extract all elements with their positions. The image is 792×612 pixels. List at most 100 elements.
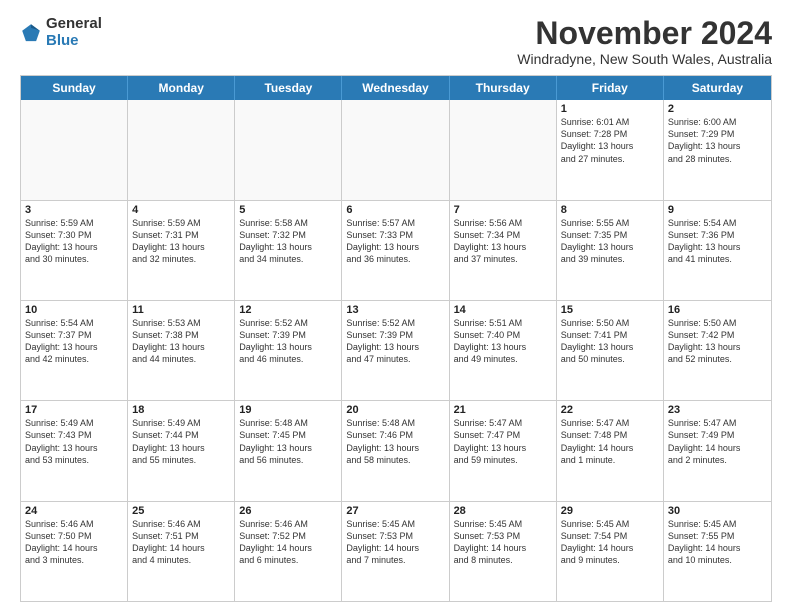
cell-line: and 7 minutes. [346,554,444,566]
cal-cell: 2Sunrise: 6:00 AMSunset: 7:29 PMDaylight… [664,100,771,199]
cell-line: Sunrise: 6:01 AM [561,116,659,128]
week-row-1: 3Sunrise: 5:59 AMSunset: 7:30 PMDaylight… [21,200,771,300]
cell-line: Sunrise: 5:47 AM [561,417,659,429]
cal-cell: 22Sunrise: 5:47 AMSunset: 7:48 PMDayligh… [557,401,664,500]
cell-line: Daylight: 13 hours [346,442,444,454]
calendar-header: SundayMondayTuesdayWednesdayThursdayFrid… [21,76,771,100]
cell-line: Sunset: 7:48 PM [561,429,659,441]
cell-line: Sunset: 7:38 PM [132,329,230,341]
cell-line: Sunrise: 5:45 AM [561,518,659,530]
cell-line: Sunset: 7:39 PM [239,329,337,341]
cell-line: Sunset: 7:36 PM [668,229,767,241]
cell-line: Sunrise: 5:47 AM [668,417,767,429]
cell-line: Sunset: 7:42 PM [668,329,767,341]
day-number: 8 [561,204,659,216]
cal-cell: 23Sunrise: 5:47 AMSunset: 7:49 PMDayligh… [664,401,771,500]
day-number: 15 [561,304,659,316]
cell-line: Sunrise: 5:56 AM [454,217,552,229]
cell-line: Sunset: 7:49 PM [668,429,767,441]
cal-cell: 17Sunrise: 5:49 AMSunset: 7:43 PMDayligh… [21,401,128,500]
cell-line: Sunset: 7:45 PM [239,429,337,441]
cell-line: Sunrise: 5:46 AM [239,518,337,530]
cal-cell: 8Sunrise: 5:55 AMSunset: 7:35 PMDaylight… [557,201,664,300]
cell-line: Daylight: 13 hours [561,140,659,152]
cell-line: Sunrise: 5:45 AM [668,518,767,530]
week-row-4: 24Sunrise: 5:46 AMSunset: 7:50 PMDayligh… [21,501,771,601]
cell-line: and 32 minutes. [132,253,230,265]
cell-line: Sunset: 7:33 PM [346,229,444,241]
cal-cell: 24Sunrise: 5:46 AMSunset: 7:50 PMDayligh… [21,502,128,601]
cell-line: Daylight: 13 hours [132,341,230,353]
cal-cell [128,100,235,199]
cell-line: Sunset: 7:35 PM [561,229,659,241]
cal-cell: 1Sunrise: 6:01 AMSunset: 7:28 PMDaylight… [557,100,664,199]
cell-line: and 55 minutes. [132,454,230,466]
cell-line: Sunrise: 5:57 AM [346,217,444,229]
cal-cell: 21Sunrise: 5:47 AMSunset: 7:47 PMDayligh… [450,401,557,500]
logo-blue: Blue [46,33,102,50]
cell-line: Sunset: 7:28 PM [561,128,659,140]
cell-line: Daylight: 13 hours [132,241,230,253]
cell-line: and 36 minutes. [346,253,444,265]
cell-line: Sunset: 7:40 PM [454,329,552,341]
cell-line: Daylight: 13 hours [668,341,767,353]
week-row-2: 10Sunrise: 5:54 AMSunset: 7:37 PMDayligh… [21,300,771,400]
title-block: November 2024 Windradyne, New South Wale… [517,16,772,67]
cell-line: Sunrise: 5:59 AM [25,217,123,229]
cell-line: Daylight: 13 hours [239,241,337,253]
cell-line: Sunset: 7:50 PM [25,530,123,542]
cell-line: Sunrise: 5:50 AM [668,317,767,329]
cal-cell: 6Sunrise: 5:57 AMSunset: 7:33 PMDaylight… [342,201,449,300]
cal-cell: 11Sunrise: 5:53 AMSunset: 7:38 PMDayligh… [128,301,235,400]
cell-line: and 44 minutes. [132,353,230,365]
cal-cell: 12Sunrise: 5:52 AMSunset: 7:39 PMDayligh… [235,301,342,400]
week-row-0: 1Sunrise: 6:01 AMSunset: 7:28 PMDaylight… [21,100,771,199]
cal-cell: 20Sunrise: 5:48 AMSunset: 7:46 PMDayligh… [342,401,449,500]
cell-line: Sunrise: 5:49 AM [25,417,123,429]
cell-line: Daylight: 13 hours [668,241,767,253]
day-number: 23 [668,404,767,416]
cell-line: Sunrise: 5:59 AM [132,217,230,229]
cal-cell: 28Sunrise: 5:45 AMSunset: 7:53 PMDayligh… [450,502,557,601]
cell-line: Daylight: 13 hours [239,442,337,454]
day-number: 29 [561,505,659,517]
cal-cell: 10Sunrise: 5:54 AMSunset: 7:37 PMDayligh… [21,301,128,400]
cell-line: and 30 minutes. [25,253,123,265]
cal-cell: 15Sunrise: 5:50 AMSunset: 7:41 PMDayligh… [557,301,664,400]
day-number: 19 [239,404,337,416]
cell-line: Sunrise: 5:45 AM [346,518,444,530]
cal-cell: 30Sunrise: 5:45 AMSunset: 7:55 PMDayligh… [664,502,771,601]
cell-line: Daylight: 14 hours [346,542,444,554]
calendar-body: 1Sunrise: 6:01 AMSunset: 7:28 PMDaylight… [21,100,771,601]
day-number: 26 [239,505,337,517]
cell-line: Sunrise: 5:51 AM [454,317,552,329]
day-number: 13 [346,304,444,316]
cell-line: and 6 minutes. [239,554,337,566]
day-number: 20 [346,404,444,416]
cell-line: Sunset: 7:39 PM [346,329,444,341]
cell-line: Sunset: 7:52 PM [239,530,337,542]
cell-line: Sunset: 7:46 PM [346,429,444,441]
cell-line: Sunrise: 5:46 AM [25,518,123,530]
logo-icon [20,22,42,44]
cal-cell: 19Sunrise: 5:48 AMSunset: 7:45 PMDayligh… [235,401,342,500]
cell-line: Daylight: 13 hours [668,140,767,152]
cell-line: and 1 minute. [561,454,659,466]
cell-line: Sunrise: 5:48 AM [239,417,337,429]
cell-line: Daylight: 13 hours [454,442,552,454]
cell-line: and 53 minutes. [25,454,123,466]
day-number: 2 [668,103,767,115]
cell-line: Sunset: 7:44 PM [132,429,230,441]
cell-line: Sunset: 7:31 PM [132,229,230,241]
day-number: 18 [132,404,230,416]
logo: General Blue [20,16,102,49]
cell-line: and 47 minutes. [346,353,444,365]
cell-line: Sunrise: 5:52 AM [346,317,444,329]
cell-line: Sunrise: 5:53 AM [132,317,230,329]
cell-line: Sunrise: 5:50 AM [561,317,659,329]
day-number: 7 [454,204,552,216]
day-number: 12 [239,304,337,316]
cell-line: and 27 minutes. [561,153,659,165]
day-number: 14 [454,304,552,316]
cell-line: and 58 minutes. [346,454,444,466]
